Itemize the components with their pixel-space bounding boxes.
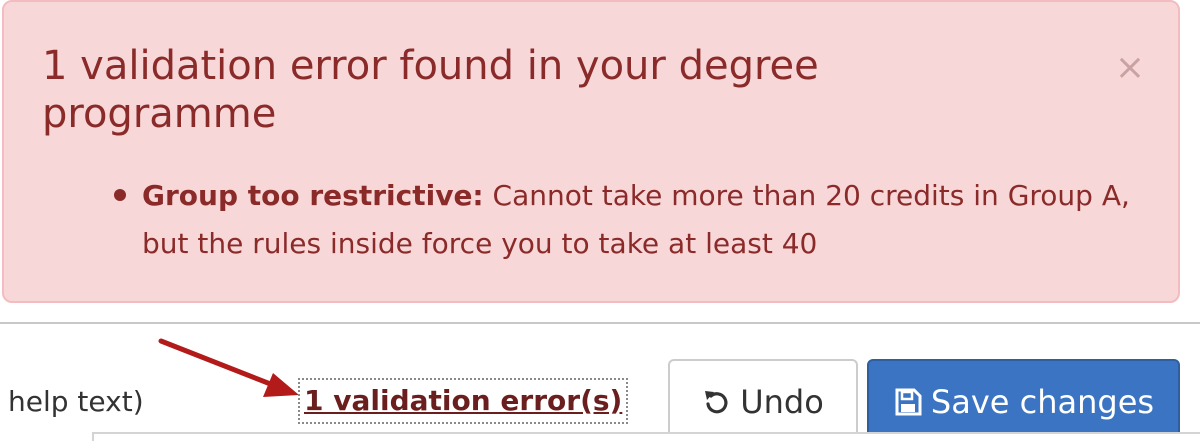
- undo-icon: [705, 391, 728, 414]
- undo-button-label: Undo: [740, 383, 824, 421]
- divider: [0, 322, 1200, 324]
- annotation-arrow-icon: [158, 338, 299, 397]
- floppy-disk-icon: [895, 388, 922, 416]
- error-item: Group too restrictive: Cannot take more …: [114, 172, 1154, 268]
- page: 1 validation error found in your degree …: [0, 0, 1200, 441]
- save-changes-button[interactable]: Save changes: [867, 359, 1180, 441]
- close-icon[interactable]: ×: [1114, 48, 1146, 88]
- validation-alert: 1 validation error found in your degree …: [2, 0, 1180, 303]
- alert-title: 1 validation error found in your degree …: [42, 43, 819, 137]
- content-panel: [92, 432, 1200, 441]
- bullet-icon: [114, 189, 126, 201]
- save-button-label: Save changes: [930, 383, 1155, 421]
- error-list: Group too restrictive: Cannot take more …: [114, 172, 1154, 268]
- undo-button[interactable]: Undo: [668, 359, 858, 441]
- help-text: help text): [8, 385, 144, 418]
- validation-errors-link[interactable]: 1 validation error(s): [298, 378, 629, 424]
- error-title: Group too restrictive:: [142, 179, 484, 212]
